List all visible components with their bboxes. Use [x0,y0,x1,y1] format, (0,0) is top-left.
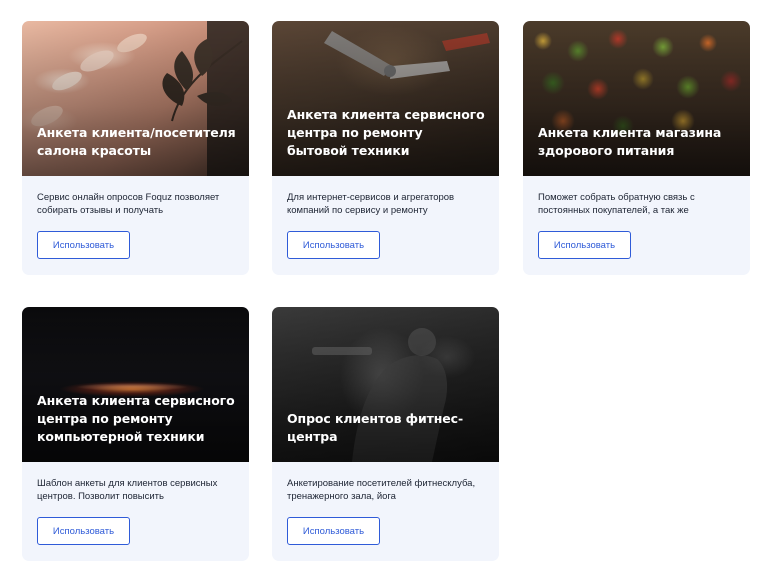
card-title: Анкета клиента магазина здорового питани… [538,125,722,158]
card-image: Опрос клиентов фитнес-центра [272,307,499,462]
card-image: Анкета клиента/посетителя салона красоты [22,21,249,176]
card-title: Опрос клиентов фитнес-центра [287,411,464,444]
template-cards-grid: Анкета клиента/посетителя салона красоты… [22,21,752,561]
card-image: Анкета клиента сервисного центра по ремо… [22,307,249,462]
card-title: Анкета клиента сервисного центра по ремо… [37,393,235,444]
template-card: Анкета клиента магазина здорового питани… [523,21,750,275]
use-template-button[interactable]: Использовать [287,517,380,545]
template-card: Опрос клиентов фитнес-центра Анкетирован… [272,307,499,561]
card-description: Поможет собрать обратную связь с постоян… [538,192,695,216]
template-card: Анкета клиента сервисного центра по ремо… [272,21,499,275]
template-card: Анкета клиента/посетителя салона красоты… [22,21,249,275]
use-template-button[interactable]: Использовать [538,231,631,259]
use-template-button[interactable]: Использовать [37,517,130,545]
card-description: Анкетирование посетителей фитнесклуба, т… [287,478,476,502]
card-description: Сервис онлайн опросов Foquz позволяет со… [37,192,220,216]
card-description: Шаблон анкеты для клиентов сервисных цен… [37,478,218,502]
template-card: Анкета клиента сервисного центра по ремо… [22,307,249,561]
card-image: Анкета клиента сервисного центра по ремо… [272,21,499,176]
card-image: Анкета клиента магазина здорового питани… [523,21,750,176]
card-title: Анкета клиента сервисного центра по ремо… [287,107,485,158]
card-title: Анкета клиента/посетителя салона красоты [37,125,236,158]
card-description: Для интернет-сервисов и агрегаторов комп… [287,192,455,216]
use-template-button[interactable]: Использовать [287,231,380,259]
use-template-button[interactable]: Использовать [37,231,130,259]
